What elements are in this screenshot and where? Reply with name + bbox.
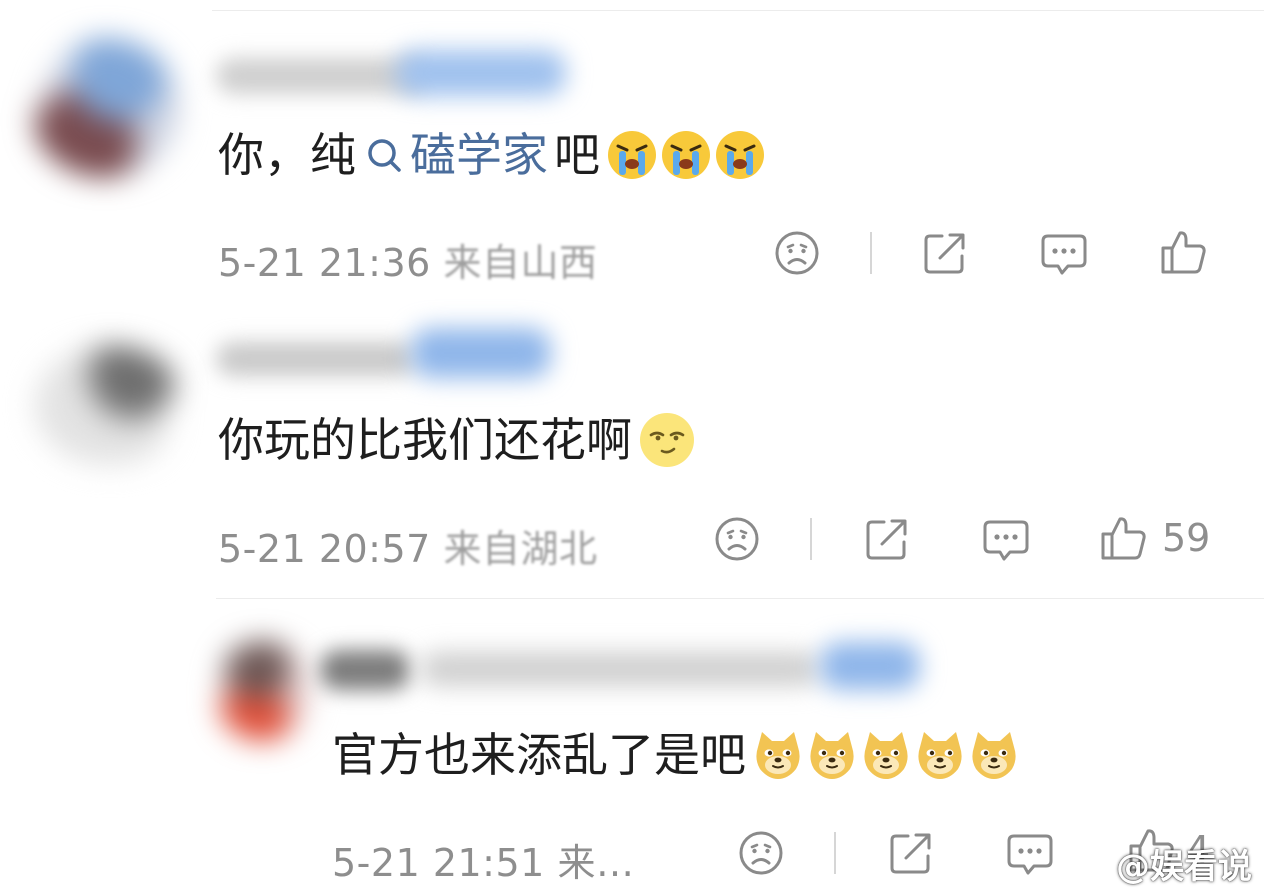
chat-bubble-icon — [983, 520, 1029, 561]
comment-text: 官方也来添乱了是吧 — [332, 725, 1022, 785]
dislike-button[interactable] — [714, 516, 760, 562]
comment-text: 你，纯 磕学家 吧 — [218, 125, 768, 185]
like-button[interactable] — [1160, 228, 1222, 276]
comment-text-before: 官方也来添乱了是吧 — [332, 728, 746, 782]
emoji-row — [606, 129, 768, 181]
reply-divider — [216, 598, 1264, 599]
comment-button[interactable] — [1006, 832, 1054, 878]
emoji-row — [752, 729, 1022, 781]
comment-time: 5-21 21:51 — [332, 841, 545, 885]
doge-face-icon — [918, 732, 962, 779]
avatar[interactable] — [25, 340, 195, 470]
topic-link-label: 磕学家 — [410, 128, 548, 182]
crying-face-icon — [662, 131, 710, 179]
watermark: @娱看说 — [1072, 839, 1252, 888]
top-divider — [212, 10, 1264, 11]
doge-face-icon — [864, 732, 908, 779]
comment-location: 来自湖北 — [443, 527, 598, 571]
comment-meta: 5-21 21:36 来自山西 — [218, 232, 597, 287]
share-icon — [924, 233, 965, 274]
comment-time: 5-21 20:57 — [218, 527, 431, 571]
watermark-text: @娱看说 — [1116, 847, 1252, 887]
like-button[interactable]: 59 — [1100, 514, 1210, 562]
thumbs-up-icon — [1101, 517, 1146, 560]
comment-text-after: 吧 — [554, 128, 600, 182]
like-count: 59 — [1162, 516, 1211, 560]
comment-location: 来… — [557, 841, 635, 885]
avatar[interactable] — [205, 636, 325, 746]
action-separator — [870, 232, 872, 274]
share-button[interactable] — [888, 830, 934, 876]
frown-face-icon — [775, 231, 819, 275]
comment-location: 来自山西 — [443, 241, 598, 285]
crying-face-icon — [608, 131, 656, 179]
comment-button[interactable] — [982, 518, 1030, 564]
thumbs-up-icon — [1161, 231, 1206, 274]
frown-face-icon — [739, 831, 783, 875]
action-separator — [810, 518, 812, 560]
comment-meta: 5-21 21:51 来… — [332, 832, 634, 887]
comment-button[interactable] — [1040, 232, 1088, 278]
username[interactable] — [216, 40, 566, 110]
comment-text-before: 你玩的比我们还花啊 — [218, 413, 632, 467]
topic-link[interactable]: 磕学家 — [364, 125, 548, 185]
comment-text-before: 你，纯 — [218, 128, 356, 182]
share-button[interactable] — [864, 516, 910, 562]
weibo-logo-icon — [1072, 849, 1111, 879]
doge-face-icon — [972, 732, 1016, 779]
doge-face-icon — [756, 732, 800, 779]
doge-face-icon — [810, 732, 854, 779]
share-button[interactable] — [922, 230, 968, 276]
dislike-button[interactable] — [738, 830, 784, 876]
chat-bubble-icon — [1041, 234, 1087, 275]
comment-text: 你玩的比我们还花啊 — [218, 410, 698, 470]
emoji-row — [638, 411, 698, 469]
crying-face-icon — [716, 131, 764, 179]
share-icon — [866, 519, 907, 560]
comment-time: 5-21 21:36 — [218, 241, 431, 285]
username[interactable] — [320, 636, 920, 700]
chat-bubble-icon — [1007, 834, 1053, 875]
comment-meta: 5-21 20:57 来自湖北 — [218, 518, 597, 573]
share-icon — [890, 833, 931, 874]
username[interactable] — [216, 318, 556, 388]
avatar[interactable] — [20, 28, 196, 188]
dislike-button[interactable] — [774, 230, 820, 276]
search-icon — [368, 139, 401, 172]
action-separator — [834, 832, 836, 874]
frown-face-icon — [715, 517, 759, 561]
smug-moon-face-icon — [640, 413, 694, 467]
